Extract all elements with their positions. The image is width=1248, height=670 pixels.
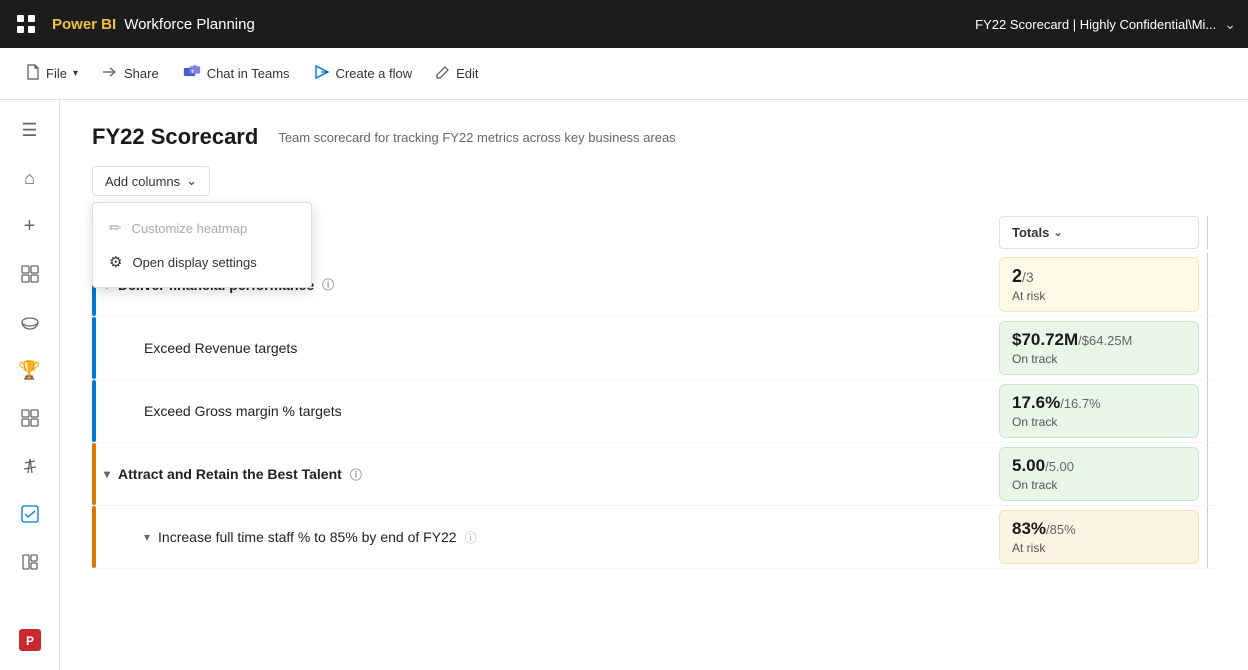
brand-name: Power BI [52,16,116,33]
report-title: Workforce Planning [124,16,255,33]
add-columns-dropdown: ✏ Customize heatmap ⚙ Open display setti… [92,202,312,288]
open-display-settings-item[interactable]: ⚙ Open display settings [93,245,311,279]
page-header: FY22 Scorecard Team scorecard for tracki… [92,124,1216,150]
value-number: 2 [1012,266,1022,286]
page-title: FY22 Scorecard [92,124,258,150]
row-label-section: ▾ Attract and Retain the Best Talent ⓘ [104,446,999,502]
sidebar-scorecard[interactable] [8,492,52,536]
value-status: At risk [1012,289,1186,303]
share-icon [102,65,118,83]
info-icon: ⓘ [465,529,477,546]
top-bar: Power BI Workforce Planning FY22 Scoreca… [0,0,1248,48]
main-content: FY22 Scorecard Team scorecard for tracki… [60,100,1248,670]
top-bar-chevron-icon[interactable]: ⌄ [1224,16,1236,33]
value-cell-at-risk: 2/3 At risk [999,257,1199,312]
value-main: 83%/85% [1012,519,1186,539]
row-label-child: Exceed Revenue targets [104,320,999,376]
table-row: ▾ Attract and Retain the Best Talent ⓘ 5… [92,443,1216,506]
section-chevron-icon[interactable]: ▾ [104,467,110,481]
customize-heatmap-item[interactable]: ✏ Customize heatmap [93,211,311,245]
add-columns-wrapper: Add columns ⌄ ✏ Customize heatmap ⚙ Open… [92,166,210,196]
table-row: Exceed Gross margin % targets 17.6%/16.7… [92,380,1216,443]
add-columns-label: Add columns [105,174,180,189]
sidebar: ☰ ⌂ + 🏆 [0,100,60,670]
row-left-border [92,506,96,568]
value-number: 5.00 [1012,456,1045,475]
info-icon: ⓘ [322,276,334,293]
sidebar-browse[interactable] [8,252,52,296]
value-target: /16.7% [1060,396,1100,411]
row-section-title: Attract and Retain the Best Talent [118,466,342,482]
value-target: /85% [1046,522,1076,537]
sidebar-learn[interactable] [8,444,52,488]
row-label-child: ▾ Increase full time staff % to 85% by e… [104,509,999,565]
sidebar-data-hub[interactable] [8,300,52,344]
row-left-border [92,443,96,505]
svg-text:T: T [191,68,194,74]
row-child-title: Exceed Revenue targets [144,340,297,356]
value-cell-on-track: $70.72M/$64.25M On track [999,321,1199,375]
row-child-title: Exceed Gross margin % targets [144,403,342,419]
value-target: /3 [1022,269,1034,285]
add-columns-chevron-icon: ⌄ [186,173,197,189]
sidebar-menu-toggle[interactable]: ☰ [8,108,52,152]
customize-heatmap-icon: ✏ [109,219,122,237]
file-icon [26,64,40,84]
sidebar-create[interactable]: + [8,204,52,248]
display-settings-label: Open display settings [132,255,256,270]
value-status: On track [1012,415,1186,429]
page-subtitle: Team scorecard for tracking FY22 metrics… [278,130,675,145]
value-main: 2/3 [1012,266,1186,287]
info-icon: ⓘ [350,466,362,483]
scorecard-label: FY22 Scorecard | Highly Confidential\Mi.… [975,17,1216,32]
value-cell-on-track: 5.00/5.00 On track [999,447,1199,501]
value-target: /5.00 [1045,459,1074,474]
customize-heatmap-label: Customize heatmap [132,221,248,236]
file-button[interactable]: File ▾ [16,58,88,90]
svg-text:P: P [25,634,33,648]
file-chevron-icon: ▾ [73,68,78,79]
section-chevron-icon[interactable]: ▾ [144,530,150,544]
row-label-child: Exceed Gross margin % targets [104,383,999,439]
edit-button[interactable]: Edit [426,59,488,89]
top-bar-right: FY22 Scorecard | Highly Confidential\Mi.… [975,16,1236,33]
totals-column-header[interactable]: Totals ⌄ [999,216,1199,249]
apps-grid-icon[interactable] [12,10,40,38]
value-main: 5.00/5.00 [1012,456,1186,476]
value-status: On track [1012,478,1186,492]
value-number: $70.72M [1012,330,1078,349]
totals-chevron-icon: ⌄ [1053,226,1062,239]
brand-logo: Power BI Workforce Planning [52,16,255,33]
value-status: At risk [1012,541,1186,555]
flow-icon [314,64,330,84]
value-cell-on-track: 17.6%/16.7% On track [999,384,1199,438]
sidebar-profile[interactable]: P [8,618,52,662]
layout: ☰ ⌂ + 🏆 [0,100,1248,670]
sidebar-apps[interactable] [8,396,52,440]
table-row: ▾ Increase full time staff % to 85% by e… [92,506,1216,569]
share-button[interactable]: Share [92,59,169,89]
value-number: 17.6% [1012,393,1060,412]
value-main: 17.6%/16.7% [1012,393,1186,413]
totals-label: Totals [1012,225,1049,240]
add-columns-button[interactable]: Add columns ⌄ [92,166,210,196]
teams-icon: T [183,64,201,84]
value-target: /$64.25M [1078,333,1132,348]
row-left-border [92,317,96,379]
edit-icon [436,65,450,83]
chat-teams-button[interactable]: T Chat in Teams [173,58,300,90]
value-number: 83% [1012,519,1046,538]
row-left-border [92,380,96,442]
create-flow-button[interactable]: Create a flow [304,58,423,90]
value-status: On track [1012,352,1186,366]
value-main: $70.72M/$64.25M [1012,330,1186,350]
display-settings-icon: ⚙ [109,253,122,271]
sidebar-workspaces[interactable] [8,540,52,584]
table-row: Exceed Revenue targets $70.72M/$64.25M O… [92,317,1216,380]
sidebar-home[interactable]: ⌂ [8,156,52,200]
sidebar-goals[interactable]: 🏆 [8,348,52,392]
value-cell-at-risk: 83%/85% At risk [999,510,1199,564]
row-child-title: Increase full time staff % to 85% by end… [158,529,457,545]
toolbar: File ▾ Share T Chat in Teams [0,48,1248,100]
